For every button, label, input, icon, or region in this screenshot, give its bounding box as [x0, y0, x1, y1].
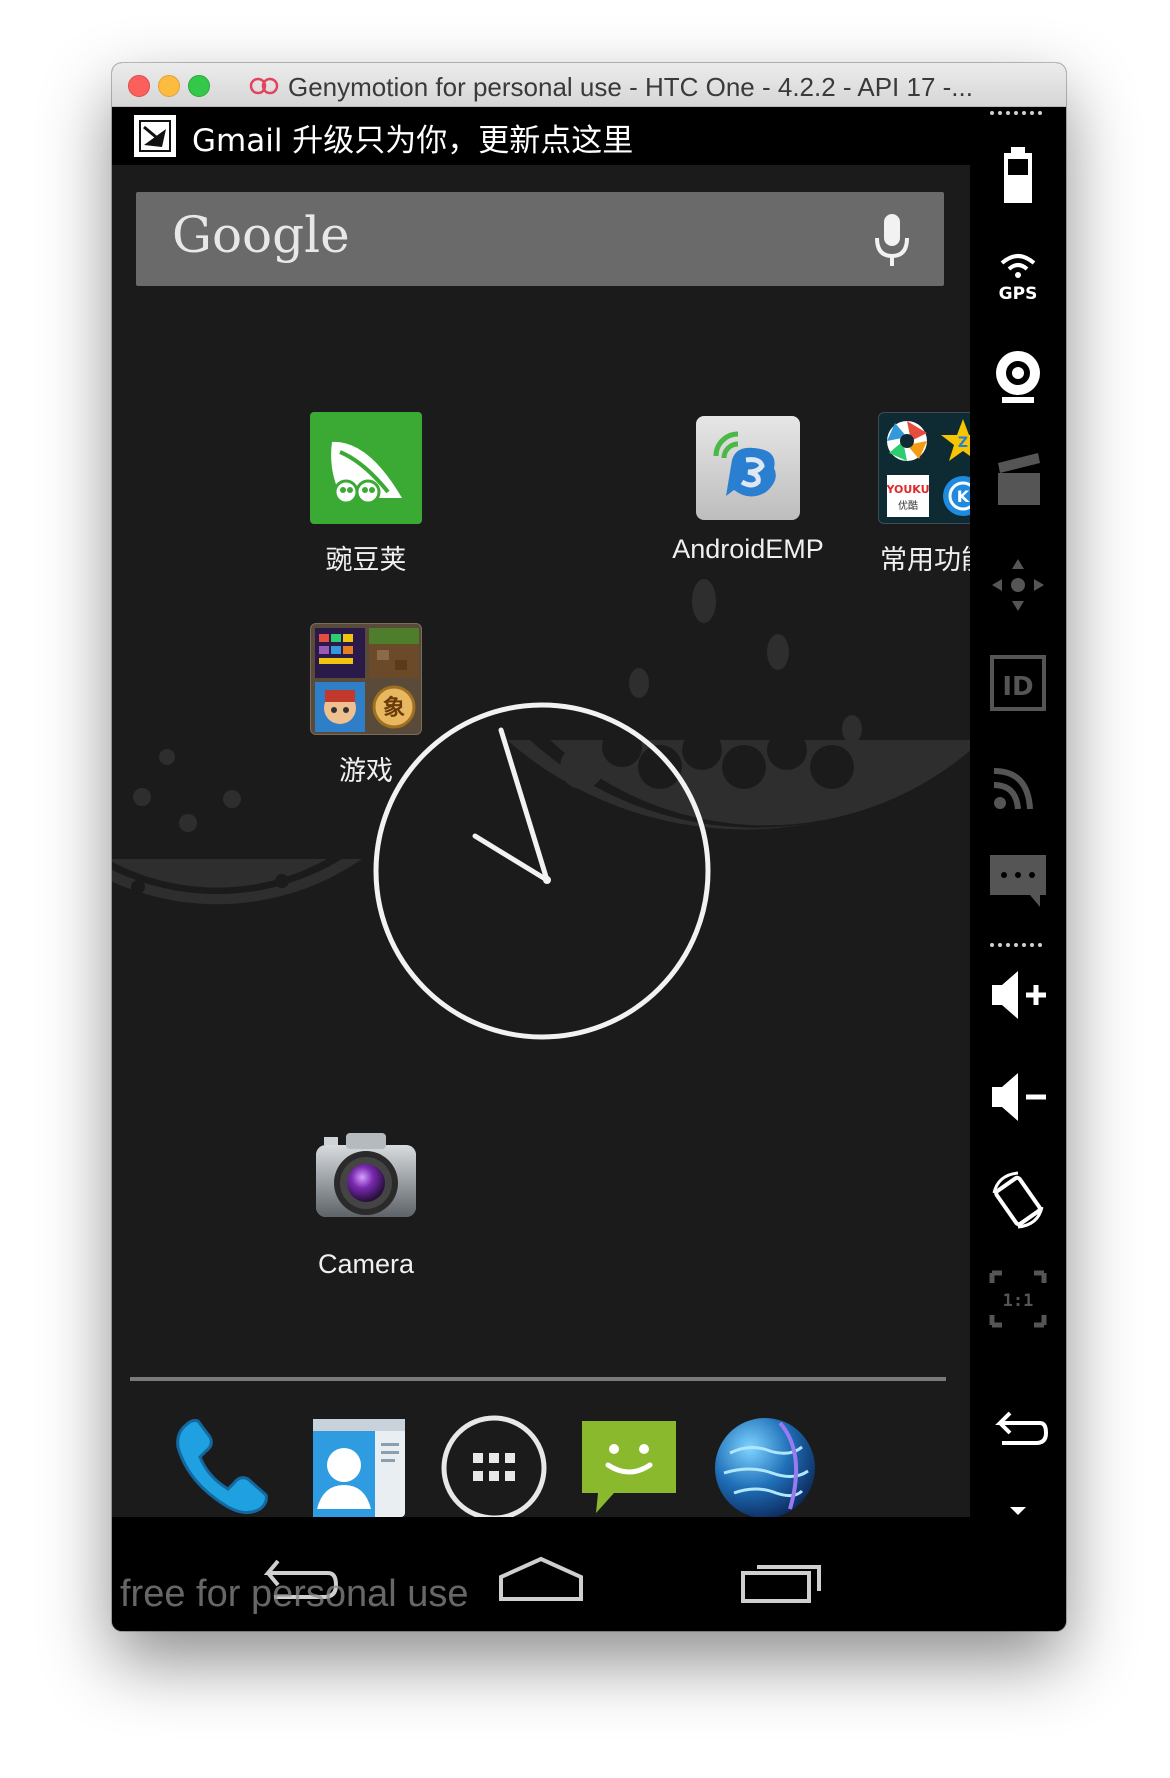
- phone-icon: [176, 1419, 268, 1514]
- dock-contacts-button[interactable]: [303, 1413, 413, 1523]
- svg-text:YOUKU: YOUKU: [885, 483, 929, 496]
- dock-divider: [130, 1377, 946, 1381]
- app-camera[interactable]: Camera: [271, 1123, 461, 1280]
- contacts-icon: [313, 1419, 405, 1517]
- androidemp-icon: [696, 416, 800, 520]
- analog-clock-widget[interactable]: [371, 700, 713, 1042]
- back-icon[interactable]: [988, 1401, 1048, 1461]
- clapperboard-icon[interactable]: [988, 449, 1048, 509]
- window-titlebar[interactable]: Genymotion for personal use - HTC One - …: [112, 63, 1066, 107]
- android-status-bar[interactable]: Gmail 升级只为你，更新点这里: [112, 107, 970, 165]
- minimize-window-button[interactable]: [158, 75, 180, 97]
- volume-down-icon[interactable]: [988, 1067, 1048, 1127]
- app-drawer-icon: [441, 1415, 547, 1521]
- id-icon[interactable]: ID: [988, 653, 1048, 713]
- app-folder-common[interactable]: Z YOUKU 优酷 K 常用功能: [839, 412, 970, 577]
- app-wandoujia[interactable]: 豌豆荚: [271, 412, 461, 577]
- emulator-window: Genymotion for personal use - HTC One - …: [112, 63, 1066, 1631]
- market-bag-icon: [134, 115, 176, 157]
- folder-common-icon: Z YOUKU 优酷 K: [878, 412, 970, 524]
- zoom-window-button[interactable]: [188, 75, 210, 97]
- recent-apps-icon[interactable]: [737, 1553, 833, 1607]
- svg-text:K: K: [957, 487, 970, 506]
- sms-icon: [582, 1421, 676, 1513]
- svg-text:优酷: 优酷: [898, 499, 918, 512]
- dpad-icon[interactable]: [988, 555, 1048, 615]
- globe-icon: [715, 1418, 815, 1518]
- app-label: Camera: [317, 1249, 415, 1279]
- window-title: Genymotion for personal use - HTC One - …: [288, 72, 973, 102]
- grip-icon: [990, 943, 1042, 947]
- close-window-button[interactable]: [128, 75, 150, 97]
- app-label: 常用功能: [880, 545, 970, 575]
- app-label: AndroidEMP: [672, 534, 824, 564]
- google-logo: Google: [172, 206, 350, 264]
- scale-1to1-icon[interactable]: 1:1: [988, 1269, 1048, 1329]
- dock-browser-button[interactable]: [710, 1413, 820, 1523]
- app-label: 豌豆荚: [325, 545, 407, 575]
- grip-icon: [990, 111, 1042, 115]
- home-icon[interactable]: [493, 1553, 589, 1607]
- app-androidemp[interactable]: AndroidEMP: [653, 412, 843, 565]
- dock-messaging-button[interactable]: [574, 1413, 684, 1523]
- rotate-icon[interactable]: [988, 1169, 1048, 1229]
- svg-text:1:1: 1:1: [1003, 1291, 1034, 1311]
- genymotion-sidebar: GPS ID 1:1: [970, 107, 1066, 1631]
- genymotion-logo-icon: [249, 77, 279, 95]
- sms-icon[interactable]: [988, 851, 1048, 911]
- gps-icon[interactable]: GPS: [988, 245, 1048, 305]
- signal-icon[interactable]: [988, 753, 1048, 813]
- dock-all-apps-button[interactable]: [439, 1413, 549, 1523]
- personal-use-watermark: free for personal use: [120, 1573, 469, 1615]
- microphone-icon[interactable]: [872, 212, 912, 270]
- wandoujia-icon: [310, 412, 422, 524]
- svg-text:Z: Z: [958, 435, 968, 451]
- volume-up-icon[interactable]: [988, 965, 1048, 1025]
- webcam-icon[interactable]: [988, 347, 1048, 407]
- android-screen[interactable]: Gmail 升级只为你，更新点这里 Google 豌豆荚 AndroidEMP …: [112, 107, 970, 1631]
- more-icon[interactable]: [988, 1501, 1048, 1521]
- svg-text:GPS: GPS: [999, 284, 1038, 304]
- google-search-bar[interactable]: Google: [136, 192, 944, 286]
- svg-text:ID: ID: [1002, 672, 1033, 702]
- camera-icon: [310, 1123, 422, 1235]
- dock-phone-button[interactable]: [168, 1413, 278, 1523]
- notification-text[interactable]: Gmail 升级只为你，更新点这里: [192, 115, 633, 160]
- battery-icon[interactable]: [988, 145, 1048, 205]
- android-navigation-bar: free for personal use: [112, 1517, 970, 1631]
